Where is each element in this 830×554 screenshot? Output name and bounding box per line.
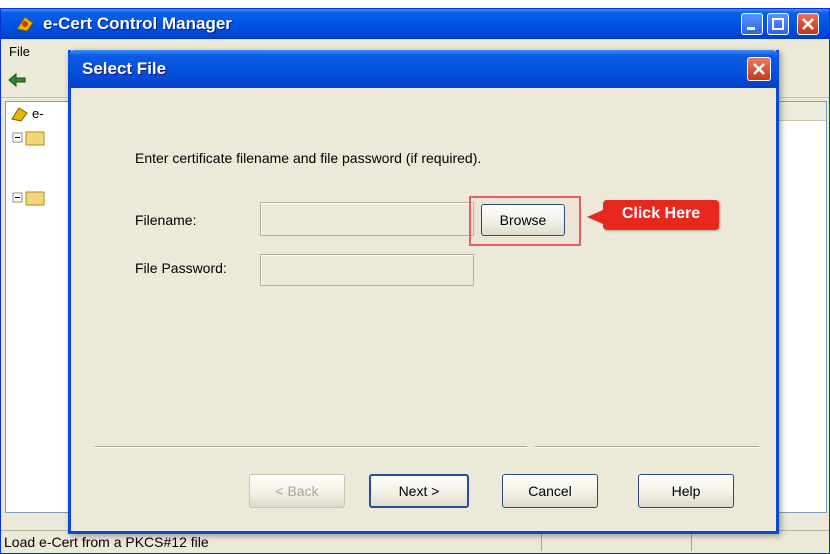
app-icon — [11, 107, 28, 122]
status-divider — [691, 533, 692, 551]
click-here-callout: Click Here — [603, 200, 719, 230]
password-field[interactable] — [260, 254, 474, 286]
help-button[interactable]: Help — [638, 474, 734, 508]
parent-titlebar[interactable]: e-Cert Control Manager — [1, 9, 829, 39]
minimize-button[interactable] — [741, 13, 763, 35]
back-arrow-icon[interactable] — [7, 72, 27, 88]
minimize-icon — [747, 27, 755, 30]
next-button[interactable]: Next > — [369, 474, 469, 508]
separator — [95, 446, 527, 448]
maximize-button[interactable] — [767, 13, 789, 35]
menu-file[interactable]: File — [9, 44, 30, 59]
close-icon — [802, 18, 814, 30]
app-icon — [16, 16, 34, 32]
maximize-icon — [772, 18, 784, 30]
filename-field[interactable] — [260, 202, 474, 236]
dialog-title: Select File — [82, 59, 167, 78]
password-label: File Password: — [135, 260, 227, 276]
parent-window-title: e-Cert Control Manager — [43, 14, 232, 33]
instruction-text: Enter certificate filename and file pass… — [135, 150, 482, 166]
folder-icon — [12, 131, 45, 206]
close-icon — [753, 63, 765, 75]
dialog-titlebar[interactable]: Select File — [68, 50, 779, 88]
back-button[interactable]: < Back — [249, 474, 345, 508]
browse-button[interactable]: Browse — [481, 204, 565, 236]
callout-tail — [587, 210, 603, 224]
parent-close-button[interactable] — [797, 13, 819, 35]
filename-label: Filename: — [135, 212, 197, 228]
status-text: Load e-Cert from a PKCS#12 file — [4, 534, 209, 550]
tree-root-label: e- — [32, 106, 44, 121]
dialog-close-button[interactable] — [747, 57, 771, 81]
cancel-button[interactable]: Cancel — [502, 474, 598, 508]
separator — [535, 446, 759, 448]
select-file-dialog: Select File Enter certificate filename a… — [68, 50, 779, 534]
status-divider — [541, 533, 542, 551]
